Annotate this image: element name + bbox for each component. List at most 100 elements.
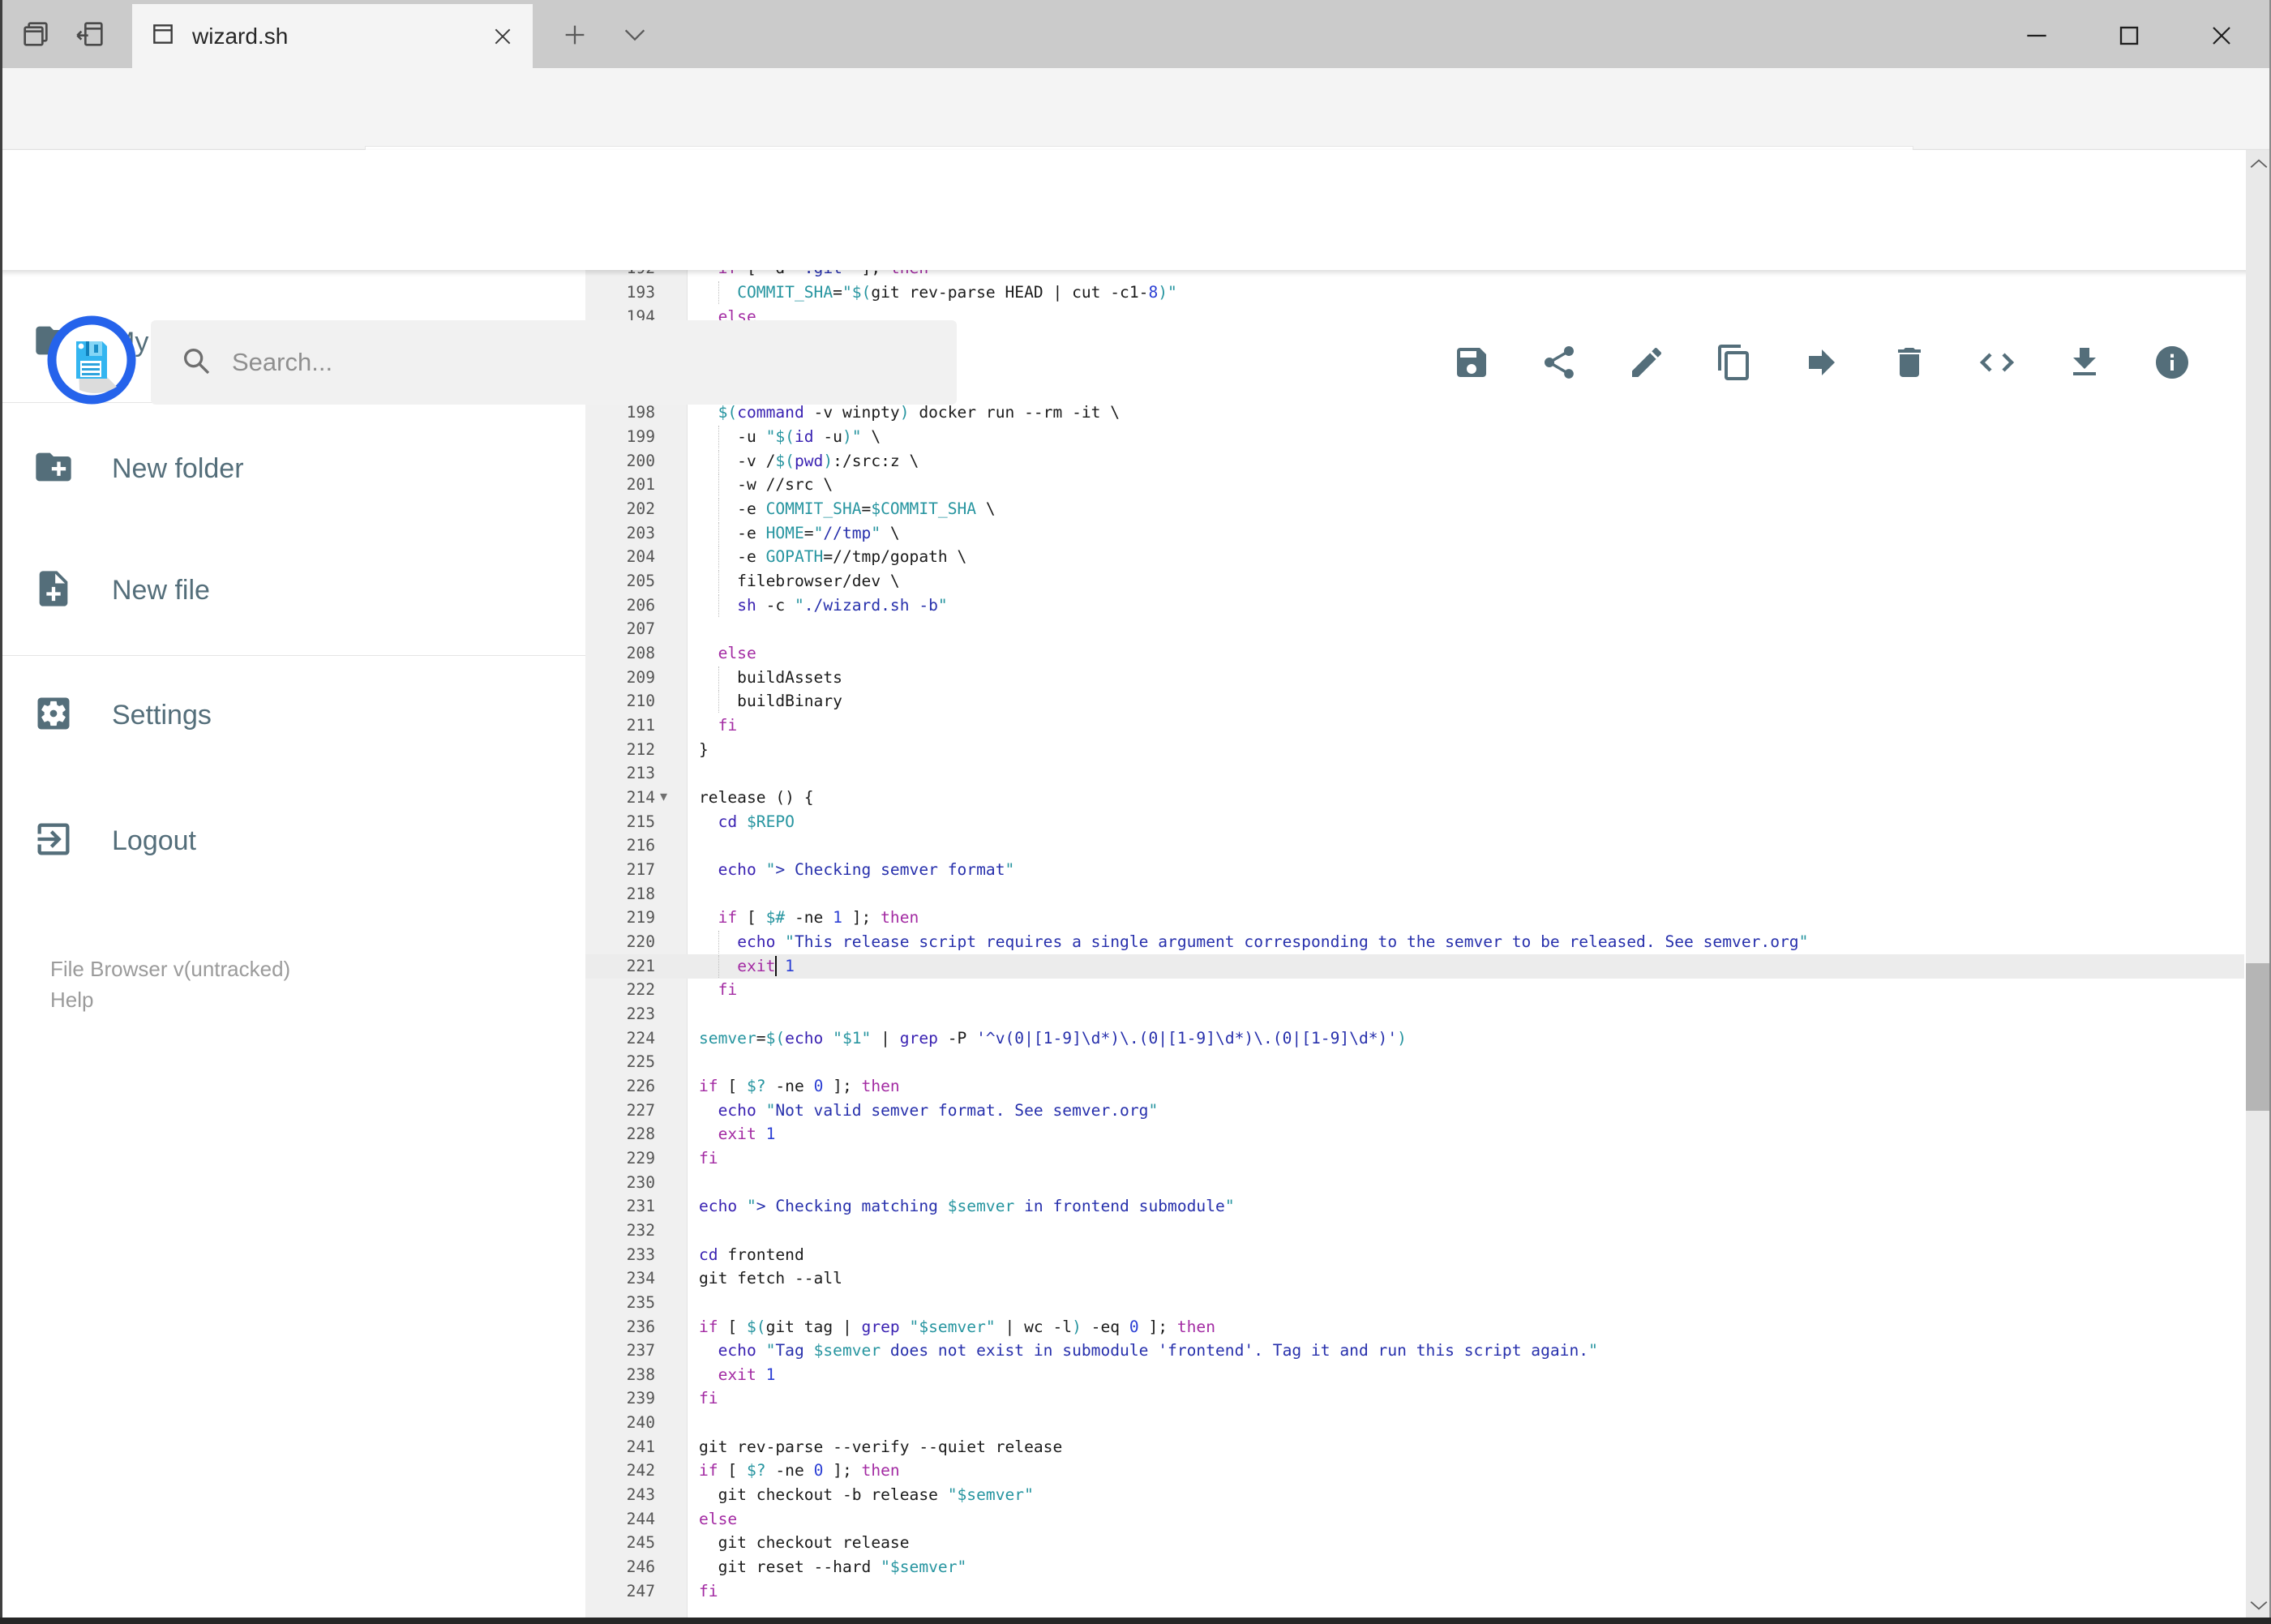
line-number: 215 <box>626 812 655 831</box>
line-number: 210 <box>626 692 655 711</box>
code-line: buildBinary <box>699 689 842 713</box>
code-line: git rev-parse --verify --quiet release <box>699 1437 1063 1456</box>
code-line: -v /$(pwd):/src:z \ <box>699 449 919 473</box>
code-editor[interactable]: 1921931941951961971981992002012022032042… <box>0 270 2271 1624</box>
delete-button[interactable] <box>1890 343 1929 382</box>
code-line: sh -c "./wizard.sh -b" <box>699 593 948 618</box>
line-number: 229 <box>626 1148 655 1168</box>
line-number: 232 <box>626 1220 655 1240</box>
code-line: if [ $(git tag | grep "$semver" | wc -l)… <box>699 1317 1216 1336</box>
line-number: 200 <box>626 451 655 470</box>
line-number: 205 <box>626 571 655 590</box>
browser-tab[interactable]: wizard.sh <box>132 4 533 68</box>
code-line: fi <box>718 980 738 1000</box>
search-bar[interactable] <box>151 320 957 405</box>
code-line: if [ -d ".git" ]; then <box>699 270 929 281</box>
code-line: cd frontend <box>699 1245 804 1264</box>
line-number: 222 <box>626 980 655 1000</box>
indent-guide <box>718 497 719 521</box>
line-number: 213 <box>626 764 655 783</box>
code-line: semver=$(echo "$1" | grep -P '^v(0|[1-9]… <box>699 1028 1407 1048</box>
code-line: if [ $? -ne 0 ]; then <box>699 1076 900 1095</box>
line-number: 242 <box>626 1461 655 1480</box>
line-number: 220 <box>626 932 655 951</box>
browser-window: wizard.sh Search... New folder New file … <box>0 0 2271 1624</box>
line-number: 236 <box>626 1317 655 1336</box>
scrollbar-thumb[interactable] <box>2246 963 2271 1111</box>
line-number: 241 <box>626 1437 655 1456</box>
indent-guide <box>718 449 719 473</box>
scroll-up-icon[interactable] <box>2248 156 2269 171</box>
code-view-button[interactable] <box>1977 343 2016 382</box>
code-line: -e GOPATH=//tmp/gopath \ <box>699 545 966 569</box>
line-number: 247 <box>626 1581 655 1600</box>
copy-button[interactable] <box>1715 343 1754 382</box>
code-line: -u "$(id -u)" \ <box>699 425 881 449</box>
new-tab-button[interactable] <box>561 21 589 49</box>
indent-guide <box>718 954 719 978</box>
code-line: exit 1 <box>699 954 795 979</box>
code-line: echo "Not valid semver format. See semve… <box>718 1100 1159 1120</box>
line-number: 201 <box>626 475 655 495</box>
line-number: 240 <box>626 1413 655 1433</box>
filebrowser-logo[interactable] <box>47 315 136 409</box>
line-number: 192 <box>585 270 655 281</box>
close-window-button[interactable] <box>2205 19 2238 52</box>
line-number: 233 <box>626 1245 655 1264</box>
code-line: } <box>699 739 709 759</box>
line-number: 217 <box>626 859 655 879</box>
line-number: 218 <box>626 884 655 903</box>
line-number: 203 <box>626 523 655 542</box>
minimize-button[interactable] <box>2020 19 2053 52</box>
code-line: echo "> Checking matching $semver in fro… <box>699 1197 1235 1216</box>
move-button[interactable] <box>1802 343 1841 382</box>
line-number: 226 <box>626 1076 655 1095</box>
maximize-button[interactable] <box>2113 19 2145 52</box>
code-line: buildAssets <box>699 666 842 690</box>
tab-title: wizard.sh <box>192 23 289 49</box>
code-line: fi <box>699 1389 718 1408</box>
code-line: release () { <box>699 787 814 807</box>
line-number: 219 <box>626 908 655 928</box>
line-number: 244 <box>626 1509 655 1528</box>
search-input[interactable] <box>232 348 881 377</box>
tab-close-icon[interactable] <box>492 26 513 47</box>
code-line: echo "> Checking semver format" <box>718 859 1015 879</box>
indent-guide <box>718 425 719 448</box>
line-number: 234 <box>626 1269 655 1288</box>
scroll-down-icon[interactable] <box>2248 1598 2269 1613</box>
indent-guide <box>718 930 719 953</box>
fold-marker-icon[interactable]: ▾ <box>660 788 667 805</box>
info-button[interactable] <box>2153 343 2192 382</box>
code-line: git reset --hard "$semver" <box>699 1558 967 1577</box>
code-line: if [ $? -ne 0 ]; then <box>699 1461 900 1480</box>
tab-preview-icon[interactable] <box>19 18 52 50</box>
download-button[interactable] <box>2065 343 2104 382</box>
page-scrollbar[interactable] <box>2246 150 2271 1624</box>
set-tabs-aside-icon[interactable] <box>75 18 107 50</box>
indent-guide <box>718 593 719 617</box>
line-number: 230 <box>626 1172 655 1192</box>
share-button[interactable] <box>1540 343 1579 382</box>
filebrowser-header <box>0 150 2271 405</box>
browser-toolbar: filebrowser.web/files/wizard.sh <box>0 68 2271 208</box>
search-icon <box>180 345 212 381</box>
indent-guide <box>718 666 719 689</box>
line-number: 193 <box>626 283 655 302</box>
save-button[interactable] <box>1452 343 1491 382</box>
code-line: filebrowser/dev \ <box>699 569 900 593</box>
indent-guide <box>718 281 719 304</box>
line-number: 243 <box>626 1485 655 1505</box>
line-number: 212 <box>626 739 655 759</box>
line-number: 209 <box>626 667 655 687</box>
code-line: if [ $# -ne 1 ]; then <box>718 908 919 928</box>
line-number: 204 <box>626 547 655 567</box>
line-number: 202 <box>626 499 655 518</box>
tab-list-chevron-icon[interactable] <box>621 26 649 44</box>
code-line: COMMIT_SHA="$(git rev-parse HEAD | cut -… <box>699 281 1177 305</box>
indent-guide <box>718 521 719 545</box>
rename-button[interactable] <box>1627 343 1666 382</box>
line-number: 211 <box>626 715 655 735</box>
window-border-left <box>0 0 2 1624</box>
line-number: 207 <box>626 619 655 639</box>
